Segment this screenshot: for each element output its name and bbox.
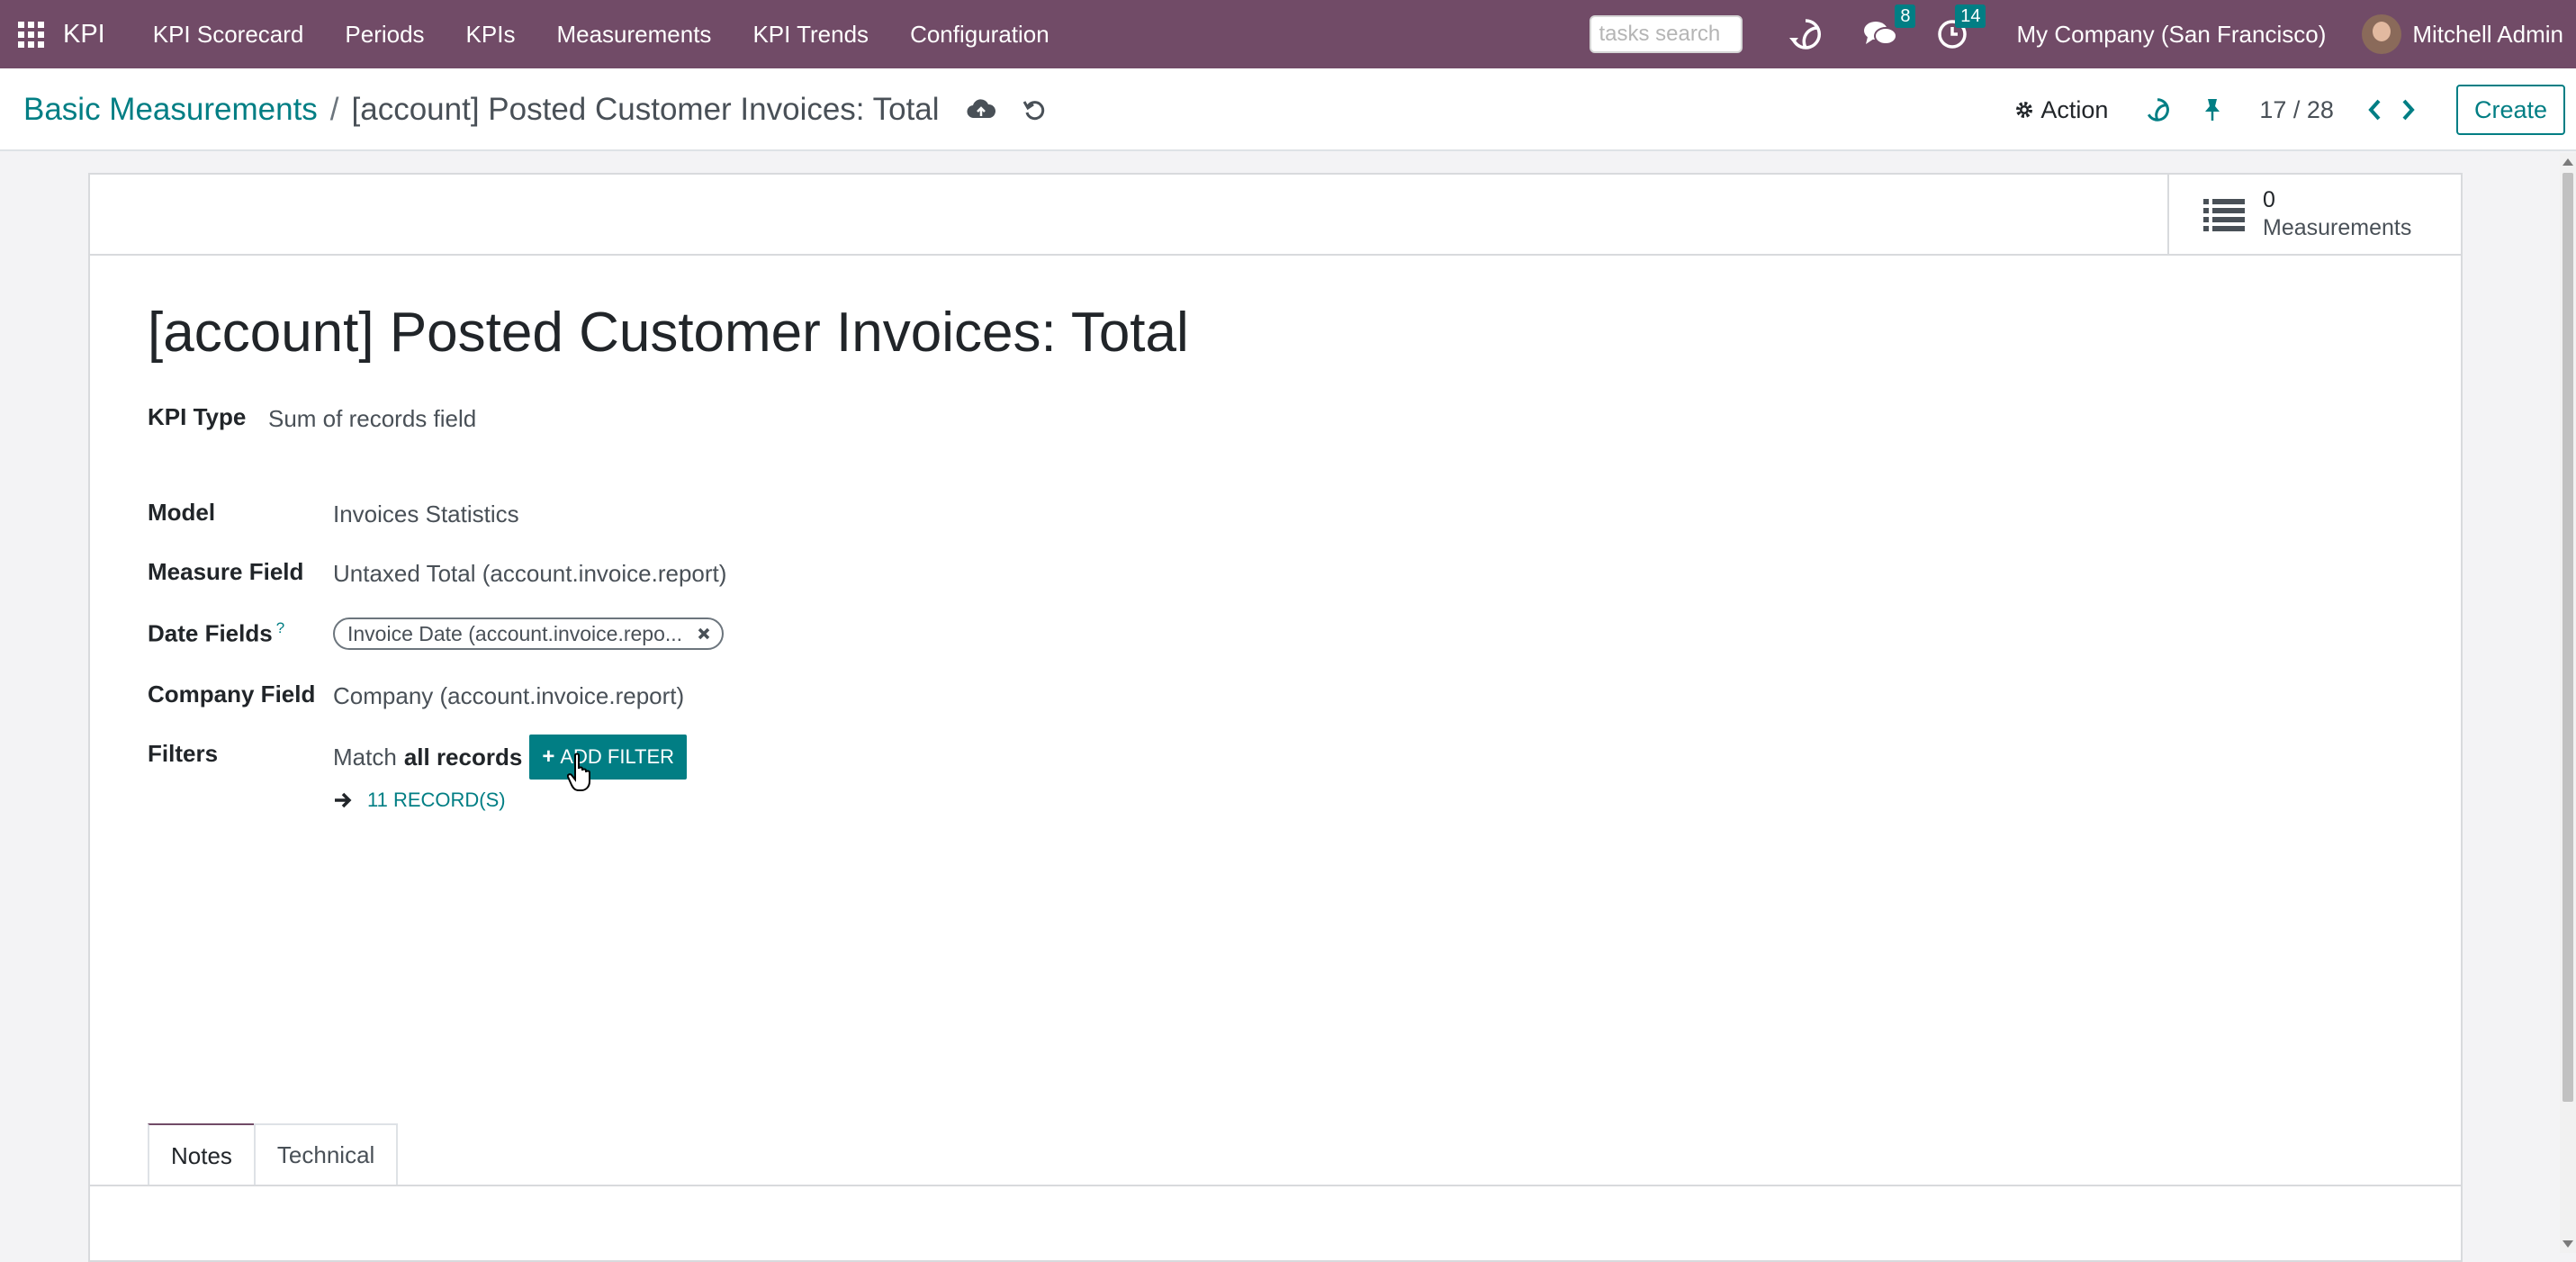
plus-icon: + bbox=[542, 744, 555, 769]
messages-icon[interactable]: 8 bbox=[1863, 5, 1916, 50]
add-filter-button[interactable]: + ADD FILTER bbox=[529, 735, 688, 780]
discard-undo-icon[interactable] bbox=[1022, 97, 1048, 122]
page-scrollbar[interactable] bbox=[2560, 153, 2576, 1253]
measurements-stat-button[interactable]: 0 Measurements bbox=[2167, 175, 2461, 254]
scroll-down-icon[interactable] bbox=[2562, 1240, 2573, 1248]
pager-previous-icon[interactable] bbox=[2366, 97, 2382, 122]
breadcrumb: Basic Measurements / [account] Posted Cu… bbox=[23, 68, 1048, 151]
filters-domain: Match all records + ADD FILTER bbox=[333, 735, 688, 780]
kpi-refresh-icon[interactable] bbox=[2144, 96, 2171, 123]
breadcrumb-parent-link[interactable]: Basic Measurements bbox=[23, 92, 318, 128]
control-panel: Basic Measurements / [account] Posted Cu… bbox=[0, 68, 2576, 151]
breadcrumb-separator: / bbox=[329, 92, 339, 127]
breadcrumb-current: [account] Posted Customer Invoices: Tota… bbox=[351, 92, 940, 127]
hand-pointer-cursor-icon bbox=[567, 753, 590, 791]
measurements-label: Measurements bbox=[2263, 215, 2412, 240]
tab-technical[interactable]: Technical bbox=[253, 1123, 399, 1185]
menu-measurements[interactable]: Measurements bbox=[536, 0, 732, 68]
kpi-type-label: KPI Type bbox=[148, 403, 247, 430]
filters-match-text: Match bbox=[333, 743, 397, 771]
menu-kpi-scorecard[interactable]: KPI Scorecard bbox=[132, 0, 325, 68]
date-field-tag-label: Invoice Date (account.invoice.repo... bbox=[347, 621, 683, 645]
measure-field-value[interactable]: Untaxed Total (account.invoice.report) bbox=[333, 560, 726, 588]
action-menu-button[interactable]: Action bbox=[2013, 96, 2108, 124]
smart-button-box: 0 Measurements bbox=[90, 175, 2461, 256]
navbar-systray: 8 14 My Company (San Francisco) Mitchell… bbox=[1590, 0, 2576, 68]
stat-text: 0 Measurements bbox=[2263, 186, 2411, 242]
date-fields-label-text: Date Fields bbox=[148, 619, 273, 647]
menu-kpi-trends[interactable]: KPI Trends bbox=[732, 0, 889, 68]
filters-label: Filters bbox=[148, 740, 219, 767]
model-label: Model bbox=[148, 499, 216, 526]
form-sheet: 0 Measurements [account] Posted Customer… bbox=[88, 173, 2463, 1262]
pager-next-icon[interactable] bbox=[2400, 97, 2417, 122]
records-link[interactable]: 11 RECORD(S) bbox=[333, 789, 506, 812]
tasks-search-input[interactable] bbox=[1590, 15, 1743, 53]
measure-field-label: Measure Field bbox=[148, 558, 304, 585]
date-field-tag[interactable]: Invoice Date (account.invoice.repo... bbox=[333, 617, 725, 650]
scrollbar-thumb[interactable] bbox=[2562, 173, 2573, 1102]
tag-remove-icon[interactable] bbox=[697, 626, 711, 641]
kpi-type-value[interactable]: Sum of records field bbox=[268, 405, 476, 433]
filters-scope-text: all records bbox=[403, 743, 523, 771]
top-navbar: KPI KPI Scorecard Periods KPIs Measureme… bbox=[0, 0, 2576, 68]
notebook-tabs: Notes Technical bbox=[148, 1123, 399, 1186]
activities-count-badge: 14 bbox=[1955, 5, 1986, 28]
date-fields-label: Date Fields? bbox=[148, 619, 284, 648]
arrow-right-icon bbox=[335, 792, 352, 808]
gear-icon bbox=[2016, 102, 2033, 118]
model-value[interactable]: Invoices Statistics bbox=[333, 500, 519, 528]
create-button[interactable]: Create bbox=[2455, 85, 2565, 135]
list-icon bbox=[2203, 199, 2245, 231]
action-label: Action bbox=[2040, 95, 2109, 123]
measurements-count: 0 bbox=[2263, 187, 2275, 212]
main-menu: KPI Scorecard Periods KPIs Measurements … bbox=[132, 0, 1070, 68]
pager-value[interactable]: 17 / 28 bbox=[2259, 96, 2334, 124]
save-cloud-icon[interactable] bbox=[967, 98, 995, 122]
refresh-cycle-icon[interactable] bbox=[1788, 16, 1824, 52]
date-fields-help-icon[interactable]: ? bbox=[276, 619, 284, 636]
pin-icon[interactable] bbox=[2202, 97, 2223, 122]
user-menu[interactable]: Mitchell Admin bbox=[2412, 21, 2563, 49]
messages-count-badge: 8 bbox=[1895, 5, 1916, 28]
company-switcher[interactable]: My Company (San Francisco) bbox=[2016, 21, 2326, 49]
company-field-value[interactable]: Company (account.invoice.report) bbox=[333, 682, 684, 710]
scroll-up-icon[interactable] bbox=[2562, 158, 2573, 166]
kpi-title[interactable]: [account] Posted Customer Invoices: Tota… bbox=[148, 301, 1189, 365]
app-brand[interactable]: KPI bbox=[63, 20, 105, 50]
records-count: 11 RECORD(S) bbox=[367, 789, 506, 811]
activities-clock-icon[interactable]: 14 bbox=[1937, 5, 1986, 50]
tab-notes[interactable]: Notes bbox=[148, 1123, 256, 1186]
menu-kpis[interactable]: KPIs bbox=[446, 0, 536, 68]
control-panel-right: Action 17 / 28 Create bbox=[2013, 68, 2576, 151]
user-avatar[interactable] bbox=[2362, 14, 2402, 54]
menu-configuration[interactable]: Configuration bbox=[889, 0, 1070, 68]
menu-periods[interactable]: Periods bbox=[324, 0, 445, 68]
notebook-divider bbox=[90, 1185, 2461, 1186]
company-field-label: Company Field bbox=[148, 681, 316, 708]
apps-menu-icon[interactable] bbox=[4, 0, 58, 68]
